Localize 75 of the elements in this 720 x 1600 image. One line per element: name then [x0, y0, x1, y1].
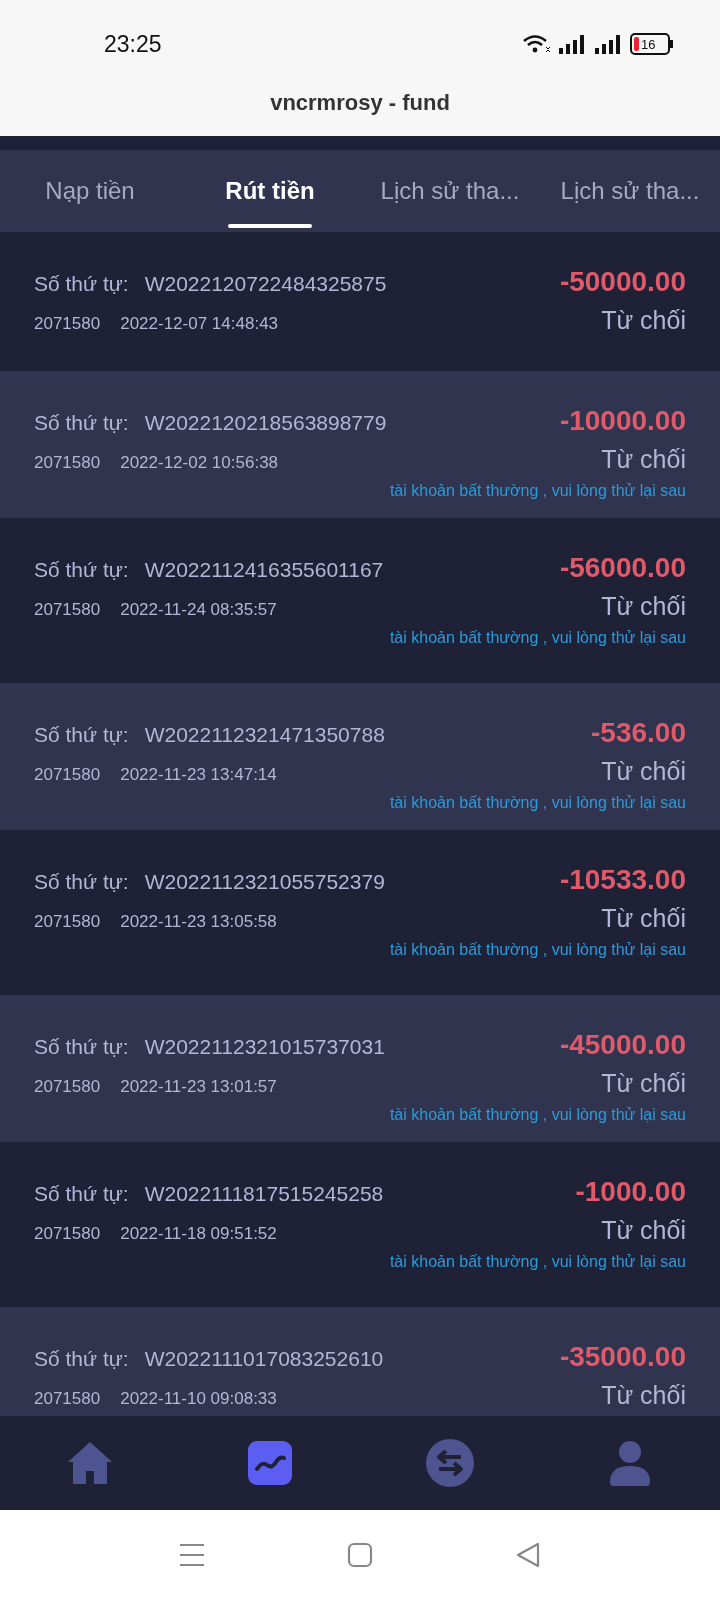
timestamp: 2022-12-02 10:56:38: [120, 453, 280, 473]
status: Từ chối: [601, 445, 686, 474]
record-card[interactable]: Số thứ tự: W2022120218563898779 -10000.00 2071580 2022-12-02 10:56:38 Từ chối tài khoản bất thường , vui lòng thử lại sau: [0, 371, 720, 518]
signal-icon: [594, 34, 622, 54]
rejection-note: tài khoản bất thường , vui lòng thử lại sau: [388, 482, 686, 500]
status: Từ chối: [601, 1381, 686, 1410]
amount: -35000.00: [559, 1341, 686, 1373]
amount: -45000.00: [559, 1029, 686, 1061]
timestamp: 2022-11-24 08:35:57: [120, 600, 278, 620]
back-icon[interactable]: [515, 1542, 541, 1568]
order-number: W2022112321055752379: [144, 870, 386, 894]
page-title: vncrmrosy - fund: [269, 90, 451, 116]
status: Từ chối: [601, 757, 686, 786]
user-id: 2071580: [34, 314, 101, 334]
amount: -50000.00: [559, 266, 686, 298]
user-id: 2071580: [34, 1389, 101, 1409]
battery-icon: 16: [630, 33, 670, 55]
rejection-note: tài khoản bất thường , vui lòng thử lại sau: [388, 794, 686, 812]
amount: -1000.00: [575, 1176, 686, 1208]
order-label: Số thứ tự:: [34, 1182, 129, 1206]
order-label: Số thứ tự:: [34, 723, 129, 747]
user-id: 2071580: [34, 453, 101, 473]
order-number: W2022120722484325875: [144, 272, 388, 296]
order-label: Số thứ tự:: [34, 1347, 129, 1371]
order-number: W2022112416355601167: [144, 558, 385, 582]
rejection-note: tài khoản bất thường , vui lòng thử lại sau: [388, 941, 686, 959]
status: Từ chối: [601, 592, 686, 621]
record-card[interactable]: Số thứ tự: W2022112321015737031 -45000.00 2071580 2022-11-23 13:01:57 Từ chối tài khoản bất thường , vui lòng thử lại sau: [0, 995, 720, 1142]
user-id: 2071580: [34, 765, 101, 785]
order-number: W2022120218563898779: [144, 411, 388, 435]
order-number: W2022111017083252610: [144, 1347, 385, 1371]
order-label: Số thứ tự:: [34, 272, 129, 296]
timestamp: 2022-11-23 13:01:57: [120, 1077, 278, 1097]
amount: -10000.00: [559, 405, 686, 437]
menu-icon[interactable]: [179, 1542, 205, 1568]
user-id: 2071580: [34, 912, 101, 932]
tab[interactable]: Lịch sử tha...: [360, 150, 540, 232]
signal-icon: [558, 34, 586, 54]
status-time: 23:25: [104, 30, 162, 58]
order-label: Số thứ tự:: [34, 411, 129, 435]
profile-icon[interactable]: [610, 1440, 650, 1486]
amount: -10533.00: [559, 864, 686, 896]
amount: -536.00: [591, 717, 686, 749]
timestamp: 2022-11-23 13:47:14: [120, 765, 278, 785]
tab[interactable]: Nạp tiền: [0, 150, 180, 232]
rejection-note: tài khoản bất thường , vui lòng thử lại sau: [388, 629, 686, 647]
record-card[interactable]: Số thứ tự: W2022112321471350788 -536.00 2071580 2022-11-23 13:47:14 Từ chối tài khoản bất thường , vui lòng thử lại sau: [0, 683, 720, 830]
rejection-note: tài khoản bất thường , vui lòng thử lại sau: [388, 1106, 686, 1124]
amount: -56000.00: [559, 552, 686, 584]
tab[interactable]: Rút tiền: [180, 150, 360, 232]
status: Từ chối: [601, 904, 686, 933]
rejection-note: tài khoản bất thường , vui lòng thử lại sau: [388, 1253, 686, 1271]
record-card[interactable]: Số thứ tự: W2022111017083252610 -35000.00 2071580 2022-11-10 09:08:33 Từ chối: [0, 1307, 720, 1416]
chart-icon[interactable]: [248, 1441, 292, 1485]
exchange-icon[interactable]: [426, 1439, 474, 1487]
order-number: W2022112321471350788: [144, 723, 386, 747]
order-label: Số thứ tự:: [34, 1035, 129, 1059]
order-label: Số thứ tự:: [34, 558, 129, 582]
timestamp: 2022-11-23 13:05:58: [120, 912, 278, 932]
timestamp: 2022-12-07 14:48:43: [120, 314, 280, 334]
user-id: 2071580: [34, 1224, 101, 1244]
user-id: 2071580: [34, 1077, 101, 1097]
status: Từ chối: [601, 306, 686, 335]
wifi-icon: [522, 33, 550, 55]
user-id: 2071580: [34, 600, 101, 620]
order-label: Số thứ tự:: [34, 870, 129, 894]
tab[interactable]: Lịch sử tha...: [540, 150, 720, 232]
status: Từ chối: [601, 1069, 686, 1098]
timestamp: 2022-11-10 09:08:33: [120, 1389, 278, 1409]
square-icon[interactable]: [347, 1542, 373, 1568]
timestamp: 2022-11-18 09:51:52: [120, 1224, 278, 1244]
order-number: W2022112321015737031: [144, 1035, 386, 1059]
status: Từ chối: [601, 1216, 686, 1245]
order-number: W2022111817515245258: [144, 1182, 385, 1206]
home-icon[interactable]: [66, 1440, 114, 1486]
